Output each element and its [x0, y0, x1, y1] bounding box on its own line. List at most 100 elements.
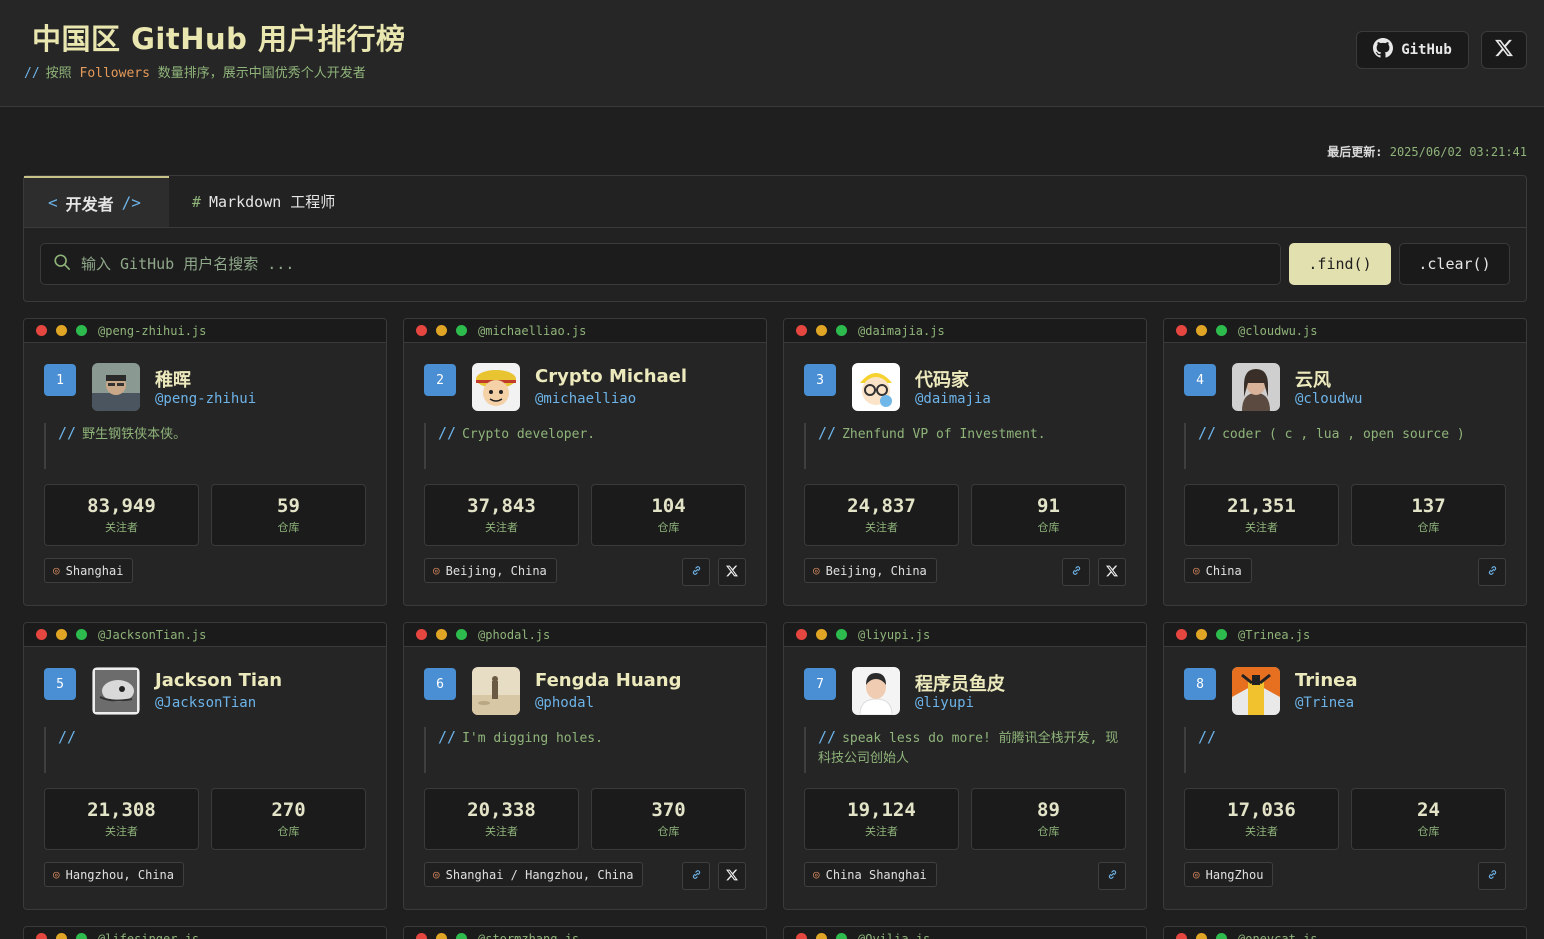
blog-link-button[interactable]	[1478, 558, 1506, 586]
developer-card[interactable]: @liyupi.js 7 程序员鱼皮 @liyupi //speak less do m…	[783, 622, 1147, 910]
card-filename: @stormzhang.js	[478, 931, 580, 939]
blog-link-button[interactable]	[682, 862, 710, 890]
developer-bio: // Crypto developer.	[424, 423, 746, 469]
tab-markdown-engineers[interactable]: # Markdown 工程师	[192, 176, 335, 227]
repos-label: 仓库	[1417, 825, 1440, 838]
repos-stat: 270 仓库	[211, 788, 366, 850]
followers-stat: 83,949 关注者	[44, 484, 199, 546]
card-title-bar: @michaelliao.js	[404, 319, 766, 343]
bio-comment-slash: //	[818, 424, 837, 442]
developer-card[interactable]: @phodal.js 6 Fengda Huang @phodal // I'm digg…	[403, 622, 767, 910]
bio-text: coder ( c , lua , open source )	[1222, 427, 1465, 442]
developer-name: Trinea	[1295, 670, 1358, 691]
card-filename: @cloudwu.js	[1238, 323, 1318, 338]
x-profile-button[interactable]	[1098, 558, 1126, 586]
x-link-button[interactable]	[1481, 31, 1527, 69]
x-profile-button[interactable]	[718, 558, 746, 586]
avatar[interactable]	[92, 667, 140, 715]
developer-bio: //	[44, 727, 366, 773]
developer-card[interactable]: @stormzhang.js	[403, 926, 767, 939]
followers-stat: 17,036 关注者	[1184, 788, 1339, 850]
developer-handle[interactable]: @liyupi	[915, 695, 974, 711]
card-filename: @liyupi.js	[858, 627, 931, 642]
developer-name: 云风	[1295, 370, 1331, 391]
window-minimize-dot	[1196, 325, 1207, 336]
window-close-dot	[796, 933, 807, 939]
blog-link-button[interactable]	[1062, 558, 1090, 586]
repos-stat: 59 仓库	[211, 484, 366, 546]
find-button[interactable]: .find()	[1289, 243, 1391, 285]
card-filename: @lifesinger.js	[98, 931, 200, 939]
developer-card[interactable]: @Ovilia.js	[783, 926, 1147, 939]
clear-button[interactable]: .clear()	[1399, 243, 1510, 285]
card-filename: @phodal.js	[478, 627, 551, 642]
developer-handle[interactable]: @phodal	[535, 695, 594, 711]
repos-label: 仓库	[657, 521, 680, 534]
developer-handle[interactable]: @daimajia	[915, 391, 991, 407]
card-filename: @onevcat.js	[1238, 931, 1318, 939]
x-profile-button[interactable]	[718, 862, 746, 890]
avatar[interactable]	[852, 363, 900, 411]
developer-handle[interactable]: @JacksonTian	[155, 695, 256, 711]
last-updated: 最后更新: 2025/06/02 03:21:41	[1327, 143, 1527, 160]
window-close-dot	[416, 325, 427, 336]
followers-count: 21,351	[1227, 495, 1296, 517]
rank-badge: 1	[44, 364, 76, 396]
search-input[interactable]	[81, 255, 1261, 273]
window-minimize-dot	[1196, 629, 1207, 640]
avatar[interactable]	[1232, 667, 1280, 715]
avatar[interactable]	[1232, 363, 1280, 411]
repos-count: 91	[1037, 495, 1060, 517]
location-text: Beijing, China	[445, 563, 547, 578]
developer-card[interactable]: @Trinea.js 8 Trinea @Trinea // 17,036 关注者 24 仓库 ◎…	[1163, 622, 1527, 910]
repos-count: 270	[271, 799, 306, 821]
search-icon	[53, 253, 71, 275]
bio-text: Zhenfund VP of Investment.	[842, 427, 1046, 442]
search-box[interactable]	[40, 243, 1281, 285]
link-icon	[691, 869, 702, 883]
avatar[interactable]	[92, 363, 140, 411]
developer-handle[interactable]: @michaelliao	[535, 391, 636, 407]
bio-comment-slash: //	[438, 728, 457, 746]
location-pin-icon: ◎	[433, 564, 440, 577]
blog-link-button[interactable]	[682, 558, 710, 586]
developer-card[interactable]: @onevcat.js	[1163, 926, 1527, 939]
repos-stat: 91 仓库	[971, 484, 1126, 546]
location-badge: ◎ Hangzhou, China	[44, 862, 184, 887]
developer-card[interactable]: @cloudwu.js 4 云风 @cloudwu // coder ( c , lua …	[1163, 318, 1527, 606]
developer-card[interactable]: @michaelliao.js 2 Crypto Michael @michaelli…	[403, 318, 767, 606]
window-minimize-dot	[56, 629, 67, 640]
developer-handle[interactable]: @peng-zhihui	[155, 391, 256, 407]
bio-text: speak less do more! 前腾讯全栈开发, 现科技公司创始人	[818, 731, 1119, 766]
tab-developers[interactable]: < 开发者 />	[24, 176, 169, 227]
last-updated-value: 2025/06/02 03:21:41	[1389, 145, 1527, 159]
followers-count: 24,837	[847, 495, 916, 517]
developer-handle[interactable]: @cloudwu	[1295, 391, 1362, 407]
window-minimize-dot	[816, 629, 827, 640]
rank-badge: 8	[1184, 668, 1216, 700]
github-link-button[interactable]: GitHub	[1356, 31, 1469, 69]
card-filename: @Ovilia.js	[858, 931, 931, 939]
avatar[interactable]	[852, 667, 900, 715]
blog-link-button[interactable]	[1478, 862, 1506, 890]
page-title: 中国区 GitHub 用户排行榜	[32, 22, 406, 56]
developer-name: Crypto Michael	[535, 366, 688, 387]
bio-comment-slash: //	[58, 728, 77, 746]
developer-card[interactable]: @JacksonTian.js 5 Jackson Tian @JacksonTian…	[23, 622, 387, 910]
card-title-bar: @JacksonTian.js	[24, 623, 386, 647]
developer-handle[interactable]: @Trinea	[1295, 695, 1354, 711]
avatar[interactable]	[472, 667, 520, 715]
developer-card[interactable]: @peng-zhihui.js 1 稚晖 @peng-zhihui // 野生钢铁侠本侠。…	[23, 318, 387, 606]
followers-label: 关注者	[865, 521, 898, 534]
avatar[interactable]	[472, 363, 520, 411]
followers-count: 20,338	[467, 799, 536, 821]
repos-label: 仓库	[277, 521, 300, 534]
developer-name: 稚晖	[155, 370, 191, 391]
developer-card[interactable]: @daimajia.js 3 代码家 @daimajia // Zhenfund VP o…	[783, 318, 1147, 606]
tab-hash: #	[192, 192, 202, 211]
developer-card[interactable]: @lifesinger.js	[23, 926, 387, 939]
blog-link-button[interactable]	[1098, 862, 1126, 890]
rank-badge: 3	[804, 364, 836, 396]
card-title-bar: @lifesinger.js	[24, 927, 386, 939]
location-badge: ◎ Beijing, China	[804, 558, 937, 583]
